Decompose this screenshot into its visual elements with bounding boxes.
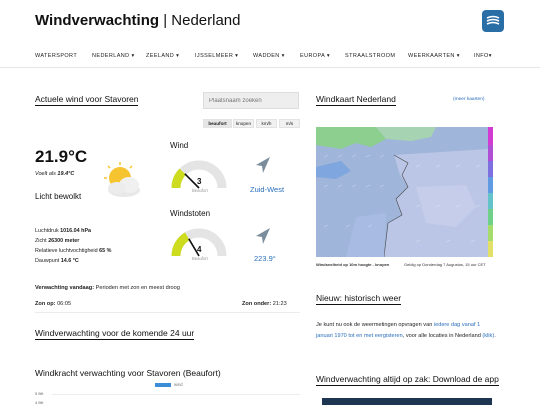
pressure-label: Luchtdruk (35, 228, 61, 234)
app-heading: Windverwachting altijd op zak: Download … (316, 374, 499, 386)
humidity-value: 65 % (99, 248, 112, 254)
gust-unit: Beaufort (192, 256, 208, 261)
sunset: Zon onder: 21:23 (242, 301, 287, 307)
nav-item-europa[interactable]: EUROPA ▾ (300, 53, 330, 59)
sunrise-value: 06:05 (55, 301, 72, 307)
unit-button-kmh[interactable]: km/h (256, 119, 277, 128)
current-wind-heading: Actuele wind voor Stavoren (35, 94, 139, 106)
forecast-today: Verwachting vandaag: Perioden met zon en… (35, 285, 180, 291)
visibility-label: Zicht (35, 238, 49, 244)
humidity-stat: Relatieve luchtvochtigheid 65 % (35, 248, 111, 254)
chart-tick-4: 4 Bft (35, 400, 44, 405)
nav-item-zeeland[interactable]: ZEELAND ▾ (146, 53, 179, 59)
feels-like-value: 19.4°C (57, 171, 75, 177)
dewpoint-stat: Dauwpunt 14.6 °C (35, 258, 79, 264)
history-text-3: . (494, 333, 496, 339)
wind-value: 3 (197, 177, 202, 186)
history-text-2: , voor alle locaties in Nederland (402, 333, 483, 339)
chart-legend-label: wind (174, 382, 183, 387)
chart-gridline (52, 394, 300, 395)
feels-like-label: Voelt als (35, 171, 58, 177)
history-heading: Nieuw: historisch weer (316, 293, 402, 305)
main-navigation: WATERSPORT NEDERLAND ▾ ZEELAND ▾ IJSSELM… (0, 46, 540, 68)
pressure-value: 1016.04 hPa (60, 228, 92, 234)
gust-direction-label: 223.9° (254, 254, 276, 263)
windmap-heading: Windkaart Nederland (316, 94, 396, 106)
nav-item-info[interactable]: INFO▾ (474, 53, 492, 59)
gust-gauge-fill (171, 232, 190, 257)
feels-like: Voelt als 19.4°C (35, 171, 74, 177)
weather-condition: Licht bewolkt (35, 192, 82, 201)
wind-gauge-fill (171, 168, 187, 189)
current-temperature: 21.9°C (35, 147, 88, 166)
nav-item-watersport[interactable]: WATERSPORT (35, 53, 77, 59)
windmap-caption-left: Windsnelheid op 10m hoogte - knopen (316, 262, 390, 267)
humidity-label: Relatieve luchtvochtigheid (35, 248, 100, 254)
site-header: Windverwachting | Nederland (0, 0, 540, 40)
visibility-stat: Zicht 26300 meter (35, 238, 79, 244)
sunrise: Zon op: 06:05 (35, 301, 71, 307)
wind-map[interactable] (316, 127, 496, 272)
site-title[interactable]: Windverwachting | Nederland (35, 12, 241, 29)
sunset-label: Zon onder: (242, 301, 272, 307)
wind-gauge-title: Wind (170, 141, 189, 150)
chart-heading: Windkracht verwachting voor Stavoren (Be… (35, 368, 221, 378)
history-click-link[interactable]: (klik) (482, 333, 494, 339)
visibility-value: 26300 meter (48, 238, 80, 244)
pressure-stat: Luchtdruk 1016.04 hPa (35, 228, 91, 234)
gust-value: 4 (197, 245, 202, 254)
more-maps-link[interactable]: (meer kaarten) (453, 97, 484, 102)
gust-direction-arrow-icon (256, 228, 270, 244)
windmap-caption-right: Geldig op Donderdag 7 Augustus, 15 uur C… (404, 262, 486, 267)
app-download-banner[interactable] (322, 398, 492, 405)
history-paragraph: Je kunt nu ook de weermetingen opvragen … (316, 320, 498, 342)
wind-direction-arrow-icon (256, 157, 270, 173)
unit-button-knopen[interactable]: knopen (233, 119, 254, 128)
forecast-24h-heading: Windverwachting voor de komende 24 uur (35, 328, 195, 340)
dewpoint-value: 14.6 °C (60, 258, 79, 264)
history-text-1: Je kunt nu ook de weermetingen opvragen … (316, 322, 434, 328)
sunset-value: 21:23 (271, 301, 287, 307)
nav-item-wadden[interactable]: WADDEN ▾ (253, 53, 285, 59)
wind-app-icon[interactable] (482, 10, 504, 32)
nav-item-ijsselmeer[interactable]: IJSSELMEER ▾ (195, 53, 238, 59)
dewpoint-label: Dauwpunt (35, 258, 61, 264)
sunrise-label: Zon op: (35, 301, 56, 307)
sun-cloud-icon (98, 160, 146, 205)
site-title-region[interactable]: | Nederland (159, 12, 240, 29)
wind-unit: Beaufort (192, 188, 208, 193)
chart-tick-5: 5 Bft (35, 391, 44, 396)
site-title-bold[interactable]: Windverwachting (35, 12, 159, 29)
unit-button-ms[interactable]: m/s (279, 119, 300, 128)
nav-item-nederland[interactable]: NEDERLAND ▾ (92, 53, 135, 59)
location-search-input[interactable] (203, 92, 299, 109)
chart-legend-swatch (155, 383, 171, 387)
gust-gauge-title: Windstoten (170, 209, 211, 218)
unit-button-beaufort[interactable]: beaufort (203, 119, 232, 128)
wind-direction-label: Zuid-West (250, 185, 285, 194)
forecast-today-label: Verwachting vandaag: (35, 285, 95, 291)
nav-item-straalstroom[interactable]: STRAALSTROOM (345, 53, 395, 59)
forecast-today-text: Perioden met zon en meest droog (94, 285, 180, 291)
nav-item-weerkaarten[interactable]: WEERKAARTEN ▾ (408, 53, 460, 59)
section-divider (35, 312, 300, 313)
